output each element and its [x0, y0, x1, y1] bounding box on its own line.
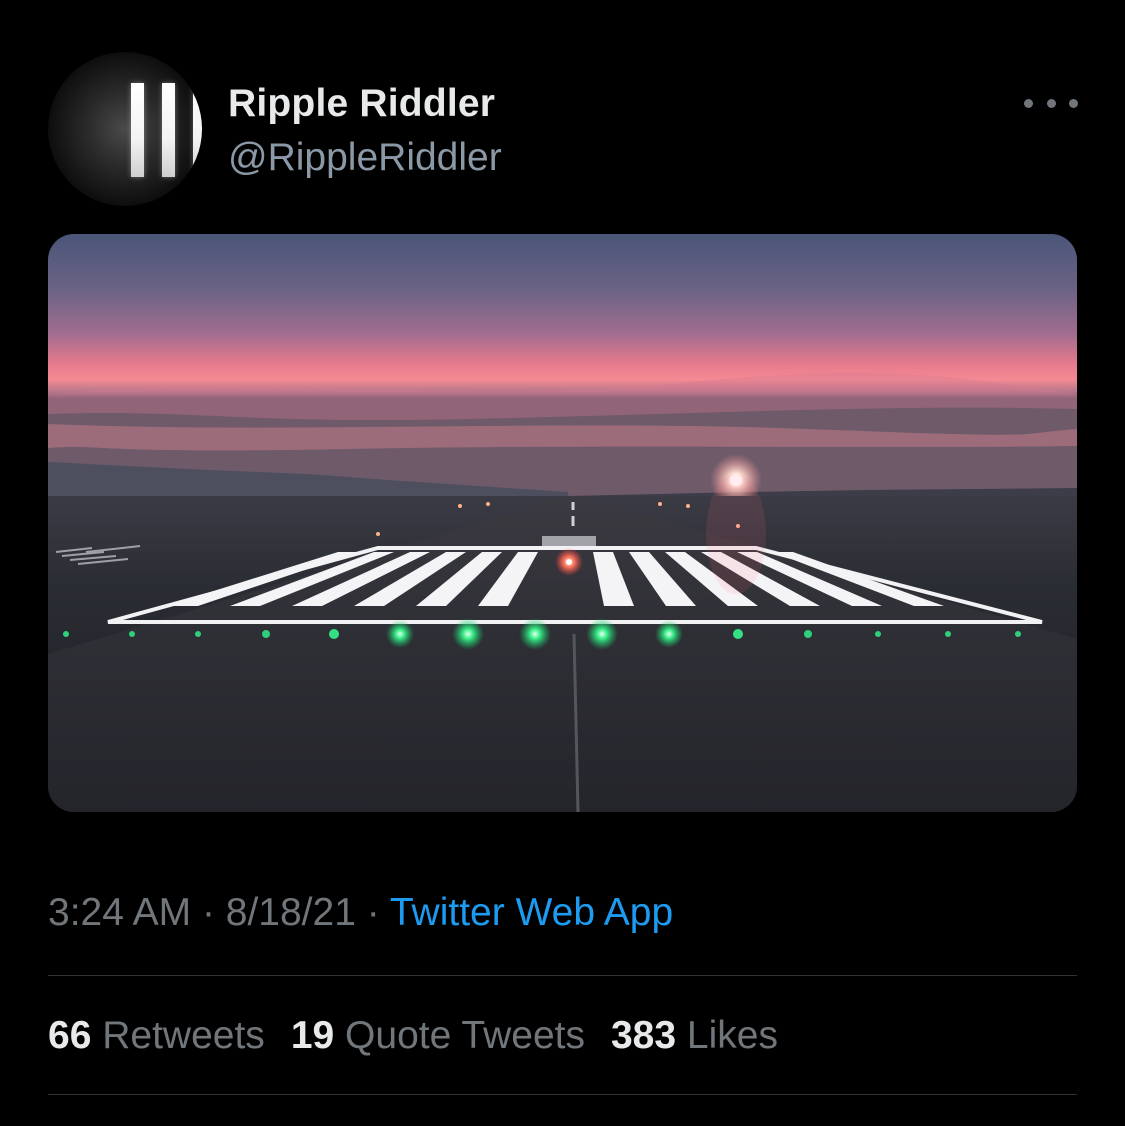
tweet-timestamp-line: 3:24 AM · 8/18/21 · Twitter Web App	[48, 888, 673, 938]
engagement-stats: 66 Retweets 19 Quote Tweets 383 Likes	[48, 1011, 778, 1061]
author-display-name[interactable]: Ripple Riddler	[228, 80, 495, 128]
quote-tweets-label: Quote Tweets	[345, 1014, 585, 1057]
author-handle[interactable]: @RippleRiddler	[228, 134, 502, 182]
retweets-label: Retweets	[102, 1014, 265, 1057]
tweet-date[interactable]: 8/18/21	[226, 891, 356, 934]
likes-label: Likes	[686, 1014, 778, 1057]
likes-stat[interactable]: 383 Likes	[611, 1011, 778, 1061]
divider	[48, 1094, 1077, 1095]
separator: ·	[366, 891, 380, 934]
tweet-photo[interactable]	[48, 234, 1077, 812]
avatar-logo-bar	[162, 83, 175, 177]
runway-sunset-photo	[48, 234, 1077, 812]
avatar[interactable]	[48, 52, 202, 206]
more-icon[interactable]	[1024, 86, 1078, 120]
retweets-stat[interactable]: 66 Retweets	[48, 1011, 265, 1061]
likes-count: 383	[610, 1014, 677, 1057]
quote-tweets-stat[interactable]: 19 Quote Tweets	[291, 1011, 585, 1061]
separator: ·	[201, 891, 215, 934]
avatar-logo-bar	[193, 83, 202, 177]
avatar-logo-bar	[131, 83, 144, 177]
quote-tweets-count: 19	[290, 1014, 335, 1057]
divider	[48, 975, 1077, 976]
tweet-time[interactable]: 3:24 AM	[48, 891, 191, 934]
tweet-source-link[interactable]: Twitter Web App	[390, 891, 673, 934]
retweets-count: 66	[48, 1014, 92, 1057]
